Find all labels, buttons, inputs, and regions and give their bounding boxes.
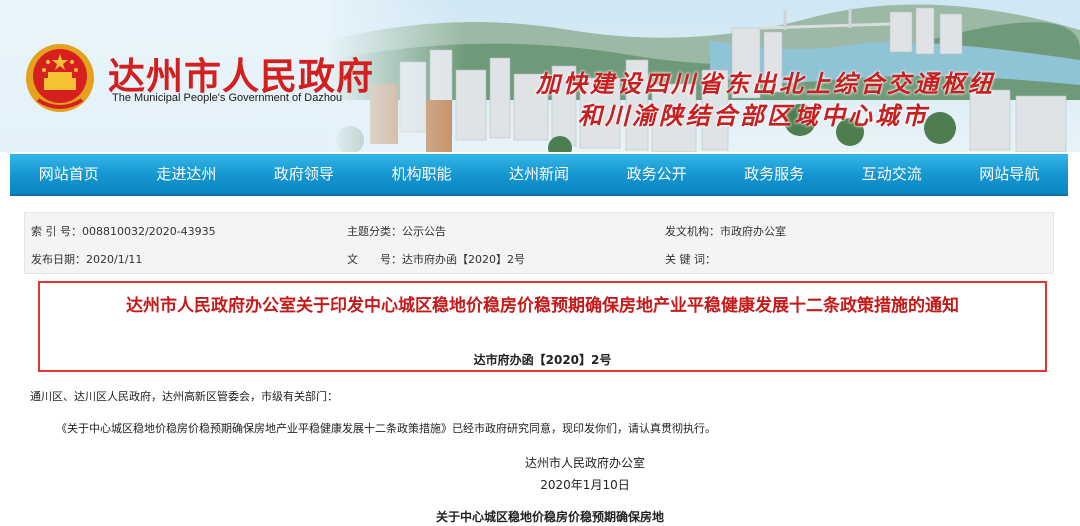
- meta-category-label: 主题分类：: [347, 225, 402, 238]
- document-meta-box: 索 引 号：008810032/2020-43935 主题分类：公示公告 发文机…: [24, 212, 1054, 274]
- meta-category-value: 公示公告: [402, 225, 446, 238]
- nav-item-agencies[interactable]: 机构职能: [363, 154, 481, 194]
- slogan-line-2: 和川渝陕结合部区域中心城市: [578, 101, 929, 130]
- main-nav: 网站首页 走进达州 政府领导 机构职能 达州新闻 政务公开 政务服务 互动交流 …: [10, 154, 1068, 196]
- nav-item-about-dazhou[interactable]: 走进达州: [128, 154, 246, 194]
- nav-item-services[interactable]: 政务服务: [715, 154, 833, 194]
- nav-item-news[interactable]: 达州新闻: [480, 154, 598, 194]
- meta-index-value: 008810032/2020-43935: [82, 225, 216, 238]
- meta-issuer-value: 市政府办公室: [720, 225, 786, 238]
- meta-docno: 文 号：达市府办函【2020】2号: [347, 251, 525, 267]
- meta-category: 主题分类：公示公告: [347, 223, 446, 239]
- meta-date-label: 发布日期：: [31, 253, 86, 266]
- document-title: 达州市人民政府办公室关于印发中心城区稳地价稳房价稳预期确保房地产业平稳健康发展十…: [126, 296, 959, 316]
- nav-item-interaction[interactable]: 互动交流: [833, 154, 951, 194]
- header-banner: 达州市人民政府 The Municipal People's Governmen…: [0, 0, 1080, 152]
- document-signature: 达州市人民政府办公室: [524, 456, 645, 470]
- document-recipients: 通川区、达川区人民政府，达州高新区管委会，市级有关部门：: [30, 390, 338, 403]
- meta-index-label: 索 引 号：: [31, 225, 82, 238]
- meta-issuer-label: 发文机构：: [665, 225, 720, 238]
- meta-date-value: 2020/1/11: [86, 253, 143, 266]
- nav-item-leaders[interactable]: 政府领导: [245, 154, 363, 194]
- document-body-paragraph: 《关于中心城区稳地价稳房价稳预期确保房地产业平稳健康发展十二条政策措施》已经市政…: [56, 422, 716, 435]
- national-emblem-icon: [26, 44, 94, 112]
- nav-item-home[interactable]: 网站首页: [10, 154, 128, 194]
- nav-item-public-affairs[interactable]: 政务公开: [598, 154, 716, 194]
- nav-item-sitemap[interactable]: 网站导航: [951, 154, 1069, 194]
- meta-keywords: 关 键 词：: [665, 251, 716, 267]
- meta-keywords-label: 关 键 词：: [665, 253, 716, 266]
- meta-index: 索 引 号：008810032/2020-43935: [31, 223, 216, 239]
- site-subtitle: The Municipal People's Government of Daz…: [112, 92, 343, 104]
- attachment-subheading: 关于中心城区稳地价稳房价稳预期确保房地: [435, 510, 664, 524]
- meta-date: 发布日期：2020/1/11: [31, 251, 142, 267]
- meta-docno-value: 达市府办函【2020】2号: [402, 253, 525, 266]
- document-number: 达市府办函【2020】2号: [473, 353, 612, 367]
- meta-issuer: 发文机构：市政府办公室: [665, 223, 786, 239]
- meta-docno-label: 文 号：: [347, 253, 402, 266]
- document-sign-date: 2020年1月10日: [540, 478, 630, 492]
- slogan-line-1: 加快建设四川省东出北上综合交通枢纽: [536, 69, 995, 98]
- document-title-box: 达州市人民政府办公室关于印发中心城区稳地价稳房价稳预期确保房地产业平稳健康发展十…: [38, 281, 1047, 372]
